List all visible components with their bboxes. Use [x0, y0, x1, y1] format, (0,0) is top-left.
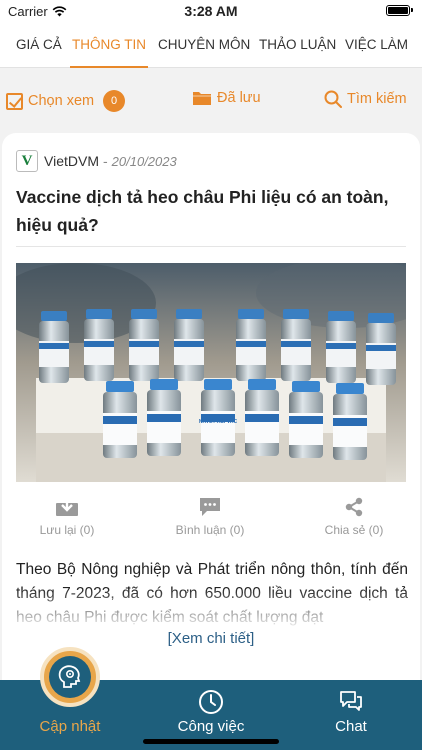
post-author: V VietDVM - 20/10/2023	[16, 150, 177, 172]
checkbox-icon[interactable]	[6, 92, 23, 110]
tab-thong-tin[interactable]: THÔNG TIN	[70, 22, 148, 68]
post-card[interactable]: V VietDVM - 20/10/2023 Vaccine dịch tả h…	[2, 133, 420, 693]
search-icon	[324, 90, 342, 108]
brain-gear-icon	[58, 665, 81, 688]
select-view-label: Chọn xem	[28, 93, 95, 109]
nav-home-circle[interactable]	[40, 647, 100, 707]
tab-thao-luan[interactable]: THẢO LUẬN	[259, 22, 336, 68]
share-button[interactable]: Chia sẻ (0)	[289, 497, 419, 537]
excerpt-fade	[2, 588, 420, 633]
nav-chat-label: Chat	[335, 718, 367, 735]
select-view-button[interactable]: Chọn xem 0	[6, 90, 126, 112]
vaccine-vials-photo: NAVET-ASFVAC	[16, 263, 406, 482]
post-image[interactable]: NAVET-ASFVAC	[16, 263, 406, 482]
save-post-button[interactable]: Lưu lại (0)	[2, 497, 132, 537]
post-title[interactable]: Vaccine dịch tả heo châu Phi liệu có an …	[16, 183, 406, 239]
engagement-bar: Lưu lại (0) Bình luận (0) Chia sẻ (0)	[2, 497, 420, 537]
tab-gia-ca[interactable]: GIÁ CẢ	[16, 22, 62, 68]
save-post-label: Lưu lại (0)	[39, 523, 95, 537]
nav-updates[interactable]: Cập nhật	[0, 647, 140, 750]
comment-button[interactable]: Bình luận (0)	[145, 497, 275, 537]
download-tray-icon	[56, 498, 78, 516]
nav-chat[interactable]: Chat	[281, 680, 421, 750]
tab-viec-lam[interactable]: VIỆC LÀM	[345, 22, 408, 68]
post-date: 20/10/2023	[111, 153, 177, 169]
comment-icon	[200, 498, 220, 516]
saved-button[interactable]: Đã lưu	[192, 90, 261, 106]
vietdvm-logo: V	[16, 150, 38, 172]
comment-label: Bình luận (0)	[175, 523, 245, 537]
read-more-link[interactable]: [Xem chi tiết]	[2, 630, 420, 647]
folder-icon	[193, 92, 211, 105]
status-time: 3:28 AM	[184, 3, 238, 19]
status-bar: Carrier 3:28 AM	[0, 0, 422, 22]
select-count-badge: 0	[103, 90, 126, 112]
nav-updates-label: Cập nhật	[39, 718, 101, 735]
divider	[16, 246, 406, 247]
chat-bubbles-icon	[340, 691, 362, 711]
category-tabs: GIÁ CẢ THÔNG TIN CHUYÊN MÔN THẢO LUẬN VI…	[0, 22, 422, 68]
search-label: Tìm kiếm	[347, 91, 407, 107]
tab-chuyen-mon[interactable]: CHUYÊN MÔN	[158, 22, 250, 68]
clock-icon	[199, 690, 223, 714]
home-indicator	[143, 739, 279, 744]
saved-label: Đã lưu	[217, 90, 261, 106]
action-bar: Chọn xem 0 Đã lưu Tìm kiếm	[0, 80, 422, 122]
battery-icon	[386, 5, 413, 16]
share-label: Chia sẻ (0)	[324, 523, 384, 537]
search-button[interactable]: Tìm kiếm	[324, 90, 407, 108]
author-name: VietDVM	[44, 153, 99, 169]
vial-label: NAVET-ASFVAC	[199, 419, 238, 425]
share-icon	[345, 497, 363, 517]
nav-tasks-label: Công việc	[177, 718, 245, 735]
author-separator: -	[102, 153, 108, 169]
